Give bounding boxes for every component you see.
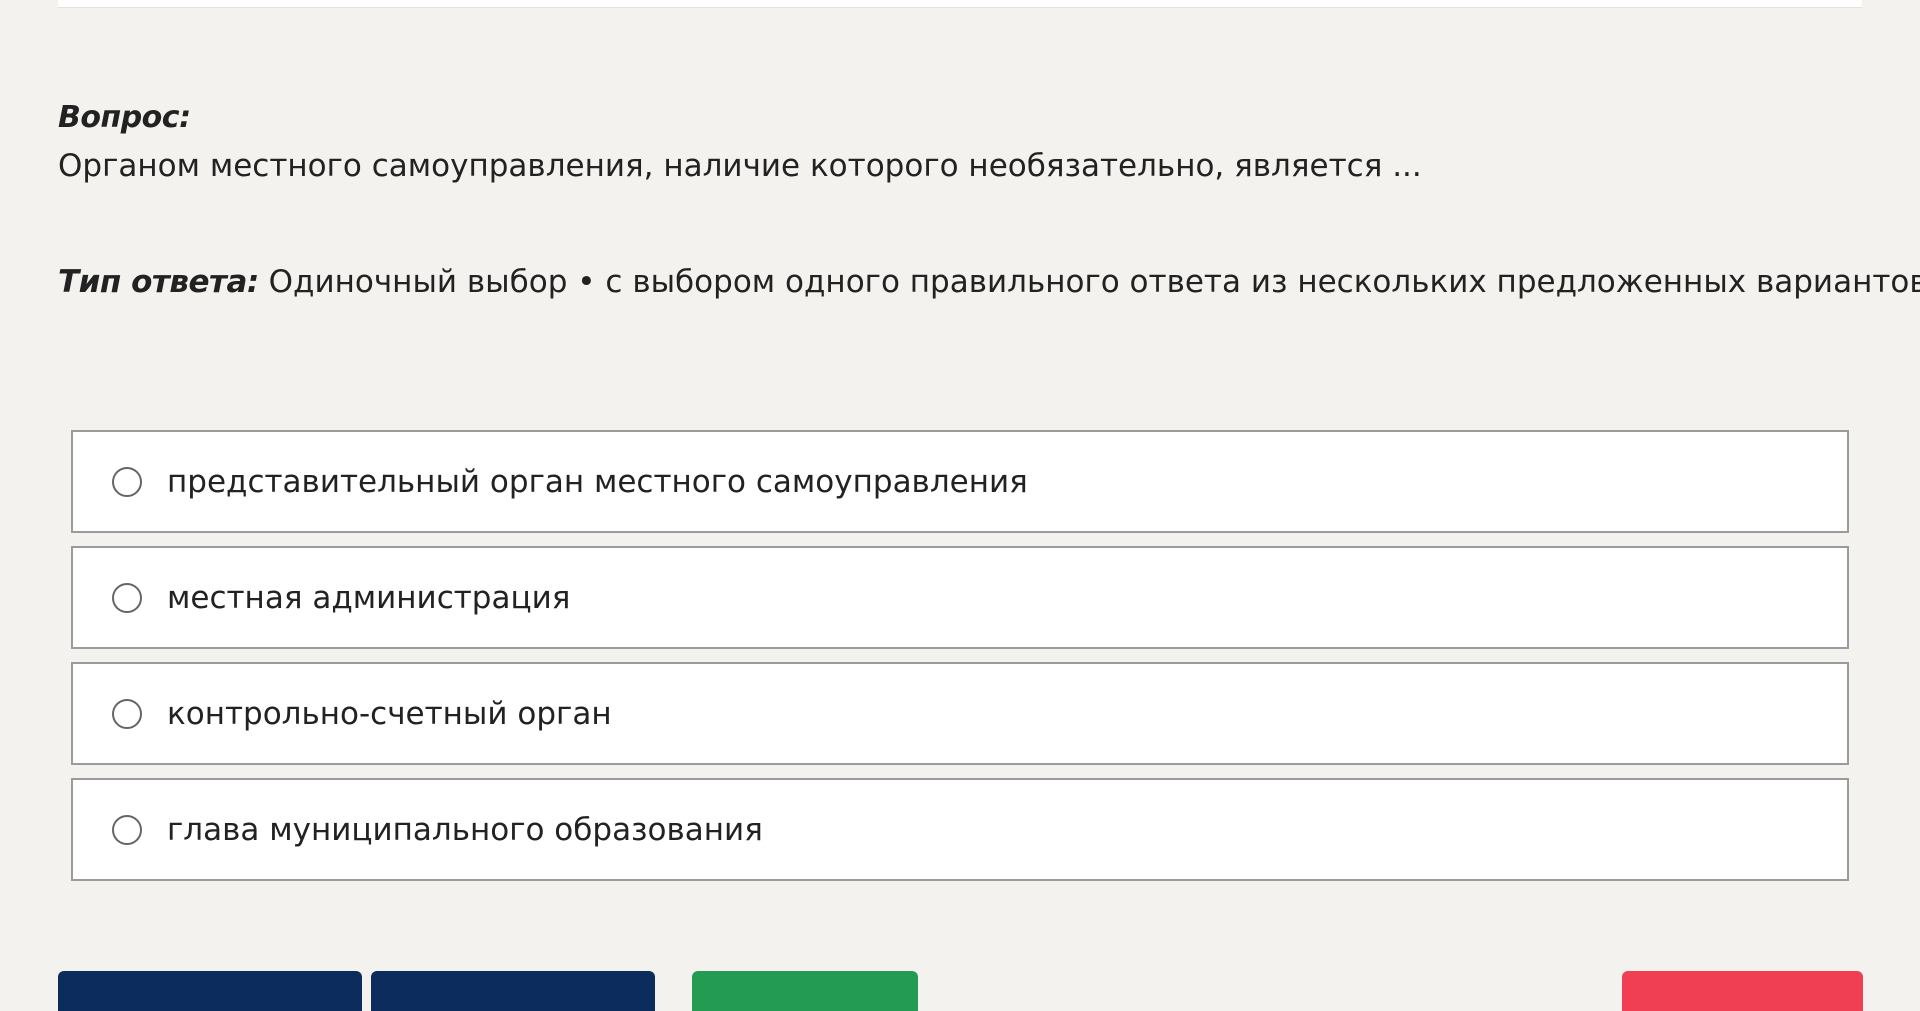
previous-question-button[interactable] bbox=[58, 971, 362, 1011]
answer-option-label: контрольно-счетный орган bbox=[167, 695, 612, 732]
top-panel bbox=[58, 0, 1862, 8]
answer-option[interactable]: местная администрация bbox=[71, 546, 1849, 649]
answer-button[interactable] bbox=[692, 971, 918, 1011]
answer-option-label: глава муниципального образования bbox=[167, 811, 763, 848]
answer-type-label: Тип ответа: bbox=[58, 264, 259, 300]
question-text: Органом местного самоуправления, наличие… bbox=[58, 148, 1422, 184]
answer-options: представительный орган местного самоупра… bbox=[71, 430, 1849, 894]
answer-option-label: представительный орган местного самоупра… bbox=[167, 463, 1028, 500]
next-question-button[interactable] bbox=[371, 971, 655, 1011]
answer-option[interactable]: представительный орган местного самоупра… bbox=[71, 430, 1849, 533]
radio-button[interactable] bbox=[112, 466, 142, 497]
answer-option-label: местная администрация bbox=[167, 579, 571, 616]
radio-button[interactable] bbox=[112, 814, 142, 845]
radio-button[interactable] bbox=[112, 582, 142, 613]
question-label: Вопрос: bbox=[58, 100, 191, 135]
answer-type: Тип ответа: Одиночный выбор • с выбором … bbox=[58, 264, 1920, 300]
answer-option[interactable]: глава муниципального образования bbox=[71, 778, 1849, 881]
answer-type-value: Одиночный выбор • с выбором одного прави… bbox=[268, 264, 1920, 300]
radio-button[interactable] bbox=[112, 698, 142, 729]
answer-option[interactable]: контрольно-счетный орган bbox=[71, 662, 1849, 765]
finish-test-button[interactable] bbox=[1622, 971, 1863, 1011]
